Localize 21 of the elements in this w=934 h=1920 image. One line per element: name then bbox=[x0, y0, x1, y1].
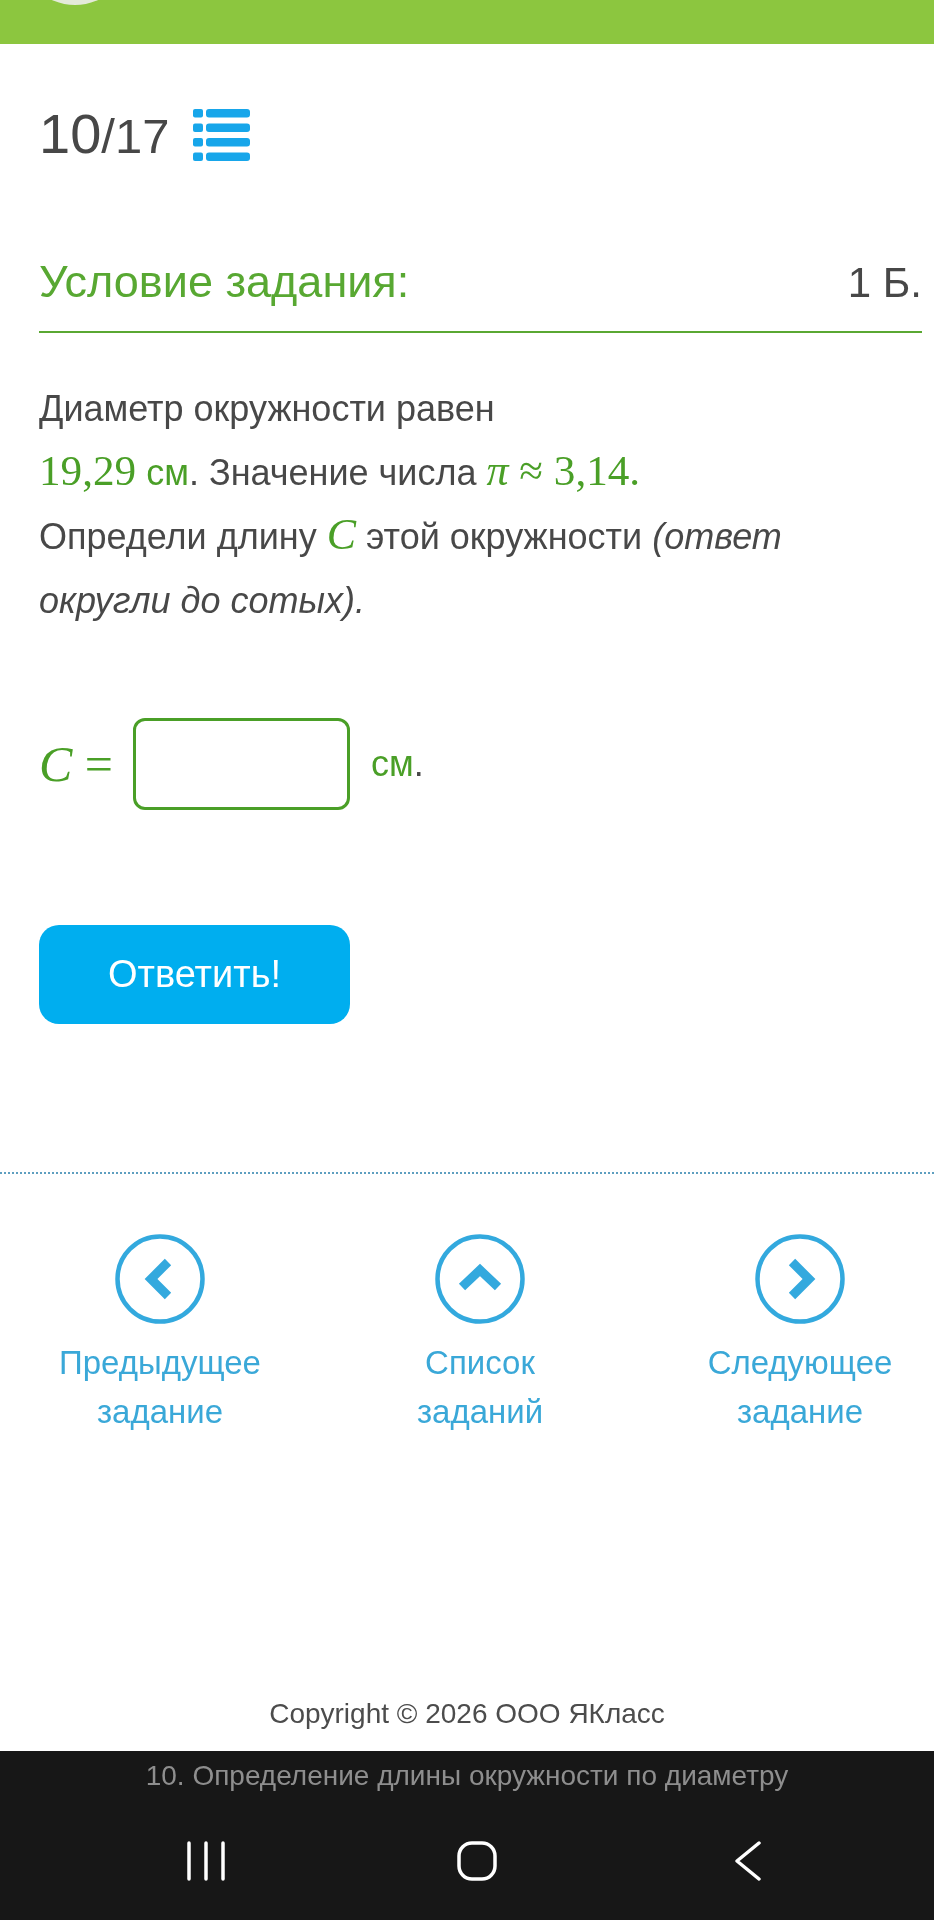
back-chevron-icon[interactable] bbox=[734, 1841, 761, 1881]
list-icon[interactable] bbox=[193, 109, 251, 161]
chevron-up-circle-icon bbox=[435, 1234, 525, 1324]
answer-field[interactable] bbox=[133, 718, 351, 810]
rounded-square-icon[interactable] bbox=[456, 1841, 497, 1881]
progress-counter: 10/17 bbox=[39, 104, 170, 166]
chevron-right-circle-icon bbox=[755, 1234, 845, 1324]
next-task-link[interactable]: Следующее задание bbox=[685, 1234, 915, 1436]
task-list-link[interactable]: Список заданий bbox=[365, 1234, 595, 1436]
unit-label: см. bbox=[371, 742, 424, 786]
task-heading: Условие задания: bbox=[39, 255, 410, 309]
avatar-icon bbox=[52, 0, 98, 5]
page-title: 10. Определение длины окружности по диаметру bbox=[145, 1759, 789, 1793]
vertical-bars-icon[interactable] bbox=[186, 1841, 225, 1881]
problem-text: Диаметр окружности равен 19,29 см. Значение числа π ≈ 3,14. Определи длину C этой окружности (ответ округли до сотых). bbox=[39, 387, 783, 623]
points-label: 1 Б. bbox=[847, 258, 922, 308]
variable-label: C = bbox=[39, 735, 114, 794]
copyright-text: Copyright © 2026 ООО ЯКласс bbox=[268, 1697, 666, 1731]
previous-task-link[interactable]: Предыдущее задание bbox=[45, 1234, 275, 1436]
chevron-left-circle-icon bbox=[115, 1234, 205, 1324]
submit-button[interactable]: Ответить! bbox=[39, 925, 350, 1024]
